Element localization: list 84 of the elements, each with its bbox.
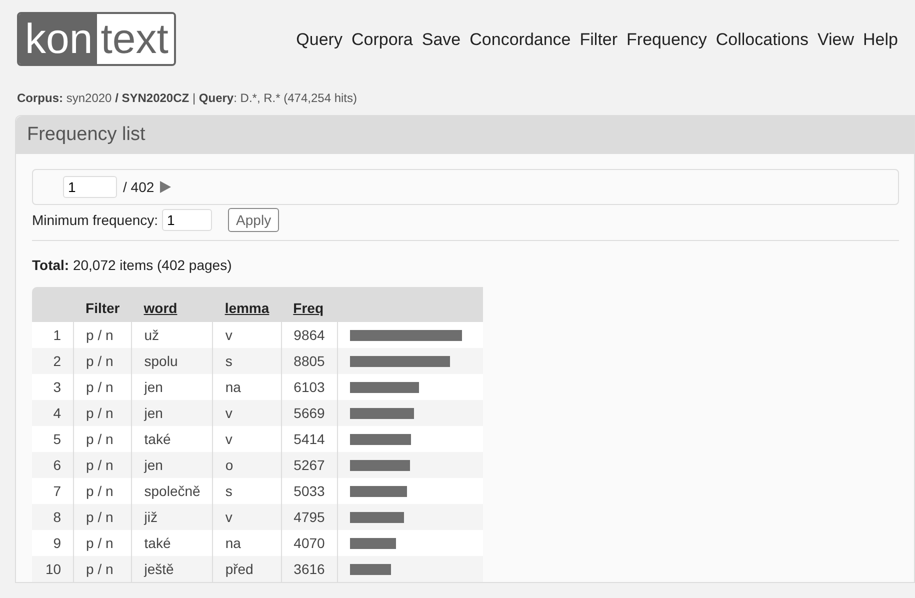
- table-cell: také: [132, 426, 213, 452]
- table-cell: už: [132, 322, 213, 348]
- table-cell: jen: [132, 374, 213, 400]
- table-cell: 5414: [281, 426, 338, 452]
- corpus-name: syn2020: [66, 91, 112, 105]
- filter-links[interactable]: p / n: [74, 478, 132, 504]
- row-number: 5: [32, 426, 74, 452]
- next-page-icon[interactable]: [160, 181, 172, 193]
- frequency-bar: [350, 564, 391, 574]
- panel-title: Frequency list: [16, 116, 914, 154]
- filter-links[interactable]: p / n: [74, 374, 132, 400]
- row-number: 1: [32, 322, 74, 348]
- table-cell: s: [212, 348, 282, 374]
- corpus-label: Corpus:: [17, 91, 63, 105]
- filter-links[interactable]: p / n: [74, 504, 132, 530]
- frequency-bar: [350, 512, 404, 522]
- filter-links[interactable]: p / n: [74, 452, 132, 478]
- min-frequency-input[interactable]: 1: [162, 209, 212, 231]
- menu-item[interactable]: Save: [422, 30, 461, 50]
- separator: |: [192, 91, 196, 105]
- menu-item[interactable]: Collocations: [716, 30, 808, 50]
- menu-item[interactable]: View: [817, 30, 854, 50]
- menu-item[interactable]: Query: [296, 30, 342, 50]
- frequency-bar: [350, 538, 396, 548]
- table-cell: již: [132, 504, 213, 530]
- table-cell: v: [212, 322, 282, 348]
- table-cell: jen: [132, 400, 213, 426]
- logo[interactable]: kon text: [17, 12, 176, 66]
- filter-links[interactable]: p / n: [74, 530, 132, 556]
- table-cell: 4070: [281, 530, 338, 556]
- filter-links[interactable]: p / n: [74, 348, 132, 374]
- row-number: 7: [32, 478, 74, 504]
- table-cell: 4795: [281, 504, 338, 530]
- filter-links[interactable]: p / n: [74, 400, 132, 426]
- page-input[interactable]: 1: [63, 176, 117, 198]
- row-number: 4: [32, 400, 74, 426]
- table-cell: 8805: [281, 348, 338, 374]
- table-cell: ještě: [132, 556, 213, 582]
- table-cell: společně: [132, 478, 213, 504]
- filter-links[interactable]: p / n: [74, 322, 132, 348]
- frequency-bar: [350, 460, 410, 470]
- table-cell: na: [212, 530, 282, 556]
- table-cell: v: [212, 426, 282, 452]
- row-number: 6: [32, 452, 74, 478]
- frequency-bar: [350, 434, 411, 444]
- filter-links[interactable]: p / n: [74, 556, 132, 582]
- frequency-bar: [350, 486, 407, 496]
- table-cell: v: [212, 400, 282, 426]
- sort-link[interactable]: word: [144, 300, 178, 316]
- frequency-bar: [350, 408, 414, 418]
- row-number: 10: [32, 556, 74, 582]
- subcorpus-name: / SYN2020CZ: [115, 91, 190, 105]
- table-cell: také: [132, 530, 213, 556]
- table-cell: 3616: [281, 556, 338, 582]
- table-cell: spolu: [132, 348, 213, 374]
- query-text: : D.*, R.* (474,254 hits): [234, 91, 357, 105]
- table-cell: 5267: [281, 452, 338, 478]
- table-cell: 5033: [281, 478, 338, 504]
- menu-item[interactable]: Concordance: [470, 30, 571, 50]
- row-number: 3: [32, 374, 74, 400]
- row-number: 2: [32, 348, 74, 374]
- table-cell: před: [212, 556, 282, 582]
- table-cell: jen: [132, 452, 213, 478]
- table-cell: 5669: [281, 400, 338, 426]
- table-cell: o: [212, 452, 282, 478]
- apply-button[interactable]: Apply: [228, 208, 280, 232]
- column-header: Filter: [86, 300, 120, 316]
- table-cell: na: [212, 374, 282, 400]
- menu-item[interactable]: Filter: [580, 30, 618, 50]
- menu-item[interactable]: Corpora: [351, 30, 413, 50]
- query-label: Query: [198, 91, 234, 105]
- table-cell: s: [212, 478, 282, 504]
- row-number: 8: [32, 504, 74, 530]
- table-cell: 6103: [281, 374, 338, 400]
- table-cell: v: [212, 504, 282, 530]
- min-frequency-label: Minimum frequency:: [32, 212, 158, 228]
- table-cell: 9864: [281, 322, 338, 348]
- filter-links[interactable]: p / n: [74, 426, 132, 452]
- page-count: / 402: [123, 179, 154, 195]
- total-summary: Total: 20,072 items (402 pages): [32, 256, 233, 275]
- menu-item[interactable]: Frequency: [626, 30, 707, 50]
- frequency-bar: [350, 382, 419, 392]
- row-number: 9: [32, 530, 74, 556]
- menu-item[interactable]: Help: [863, 30, 898, 50]
